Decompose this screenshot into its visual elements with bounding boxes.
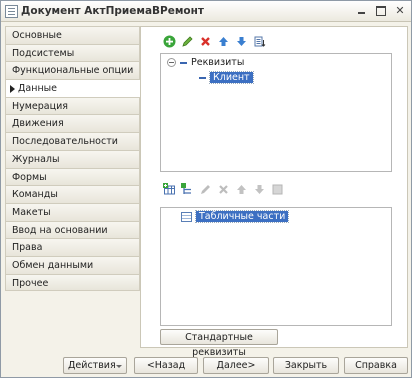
- edit-icon-disabled[interactable]: [197, 181, 213, 197]
- nav-item-zhurnaly[interactable]: Журналы: [5, 149, 140, 168]
- delete-icon[interactable]: [197, 33, 213, 49]
- dropdown-arrow-icon: [116, 365, 122, 368]
- help-button[interactable]: Справка: [344, 357, 408, 374]
- section-navigation: Основные Подсистемы Функциональные опции…: [5, 26, 141, 324]
- maximize-button[interactable]: [374, 4, 388, 17]
- edit-icon[interactable]: [179, 33, 195, 49]
- title-bar: Документ АктПриемаВРемонт ✕: [1, 1, 411, 22]
- nav-item-podsistemy[interactable]: Подсистемы: [5, 43, 140, 62]
- document-window: Документ АктПриемаВРемонт ✕ Основные Под…: [0, 0, 412, 378]
- nav-item-posledovatelnosti[interactable]: Последовательности: [5, 132, 140, 150]
- nav-item-dvizheniya[interactable]: Движения: [5, 114, 140, 133]
- nav-item-formy[interactable]: Формы: [5, 167, 140, 186]
- nav-item-obmen-dannymi[interactable]: Обмен данными: [5, 255, 140, 274]
- move-up-icon[interactable]: [215, 33, 231, 49]
- attribute-label: Клиент: [209, 71, 254, 84]
- tree-row-tabular-root[interactable]: Табличные части: [181, 210, 290, 224]
- delete-icon-disabled[interactable]: [215, 181, 231, 197]
- data-panel: Реквизиты Клиент Табличные части Стандар…: [140, 26, 408, 358]
- nav-item-numeratsiya[interactable]: Нумерация: [5, 96, 140, 115]
- actions-button[interactable]: Действия: [63, 357, 127, 374]
- move-up-icon-disabled[interactable]: [233, 181, 249, 197]
- move-down-icon[interactable]: [233, 33, 249, 49]
- nav-item-prochee[interactable]: Прочее: [5, 273, 140, 292]
- document-icon: [5, 5, 18, 18]
- collapse-icon[interactable]: [167, 58, 176, 67]
- close-button[interactable]: Закрыть: [273, 357, 339, 374]
- nav-item-vvod-na-osnovanii[interactable]: Ввод на основании: [5, 220, 140, 239]
- tree-row-attribute[interactable]: Клиент: [199, 71, 254, 85]
- close-window-button[interactable]: ✕: [393, 4, 407, 17]
- add-icon[interactable]: [161, 33, 177, 49]
- add-column-icon[interactable]: [179, 181, 195, 197]
- attribute-icon: [199, 76, 206, 79]
- nav-item-osnovnye[interactable]: Основные: [5, 26, 140, 44]
- window-menu-button[interactable]: [355, 4, 369, 17]
- table-icon: [181, 211, 192, 222]
- sort-icon[interactable]: [251, 33, 267, 49]
- active-arrow-icon: [10, 85, 15, 94]
- back-button[interactable]: <Назад: [134, 357, 198, 374]
- add-table-icon[interactable]: [161, 181, 177, 197]
- standard-attributes-button[interactable]: Стандартные реквизиты: [160, 329, 278, 358]
- nav-item-prava[interactable]: Права: [5, 238, 140, 256]
- tabular-toolbar: [161, 181, 285, 197]
- attributes-toolbar: [161, 33, 267, 49]
- tabular-parts-tree[interactable]: Табличные части: [160, 207, 392, 326]
- nav-item-komandy[interactable]: Команды: [5, 185, 140, 203]
- attributes-tree[interactable]: Реквизиты Клиент: [160, 53, 392, 172]
- nav-item-funktsionalnye-optsii[interactable]: Функциональные опции: [5, 61, 140, 80]
- nav-item-makety[interactable]: Макеты: [5, 202, 140, 221]
- tabular-root-label: Табличные части: [194, 210, 290, 223]
- move-down-icon-disabled[interactable]: [251, 181, 267, 197]
- window-title: Документ АктПриемаВРемонт: [21, 5, 204, 17]
- next-button[interactable]: Далее>: [203, 357, 269, 374]
- tree-row-attributes-root[interactable]: Реквизиты: [167, 56, 244, 70]
- attribute-group-icon: [180, 61, 187, 64]
- sort-icon-disabled[interactable]: [269, 181, 285, 197]
- nav-item-dannye[interactable]: Данные: [5, 79, 141, 97]
